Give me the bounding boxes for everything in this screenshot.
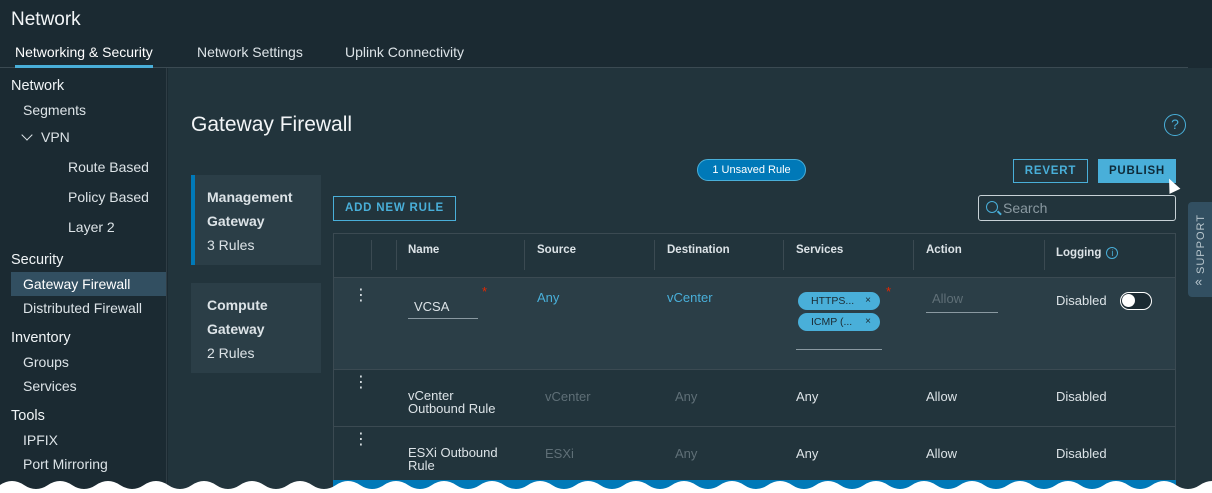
rule-source[interactable]: Any — [537, 290, 559, 305]
gateway-name-line1: Management — [207, 189, 293, 205]
tab-network-settings[interactable]: Network Settings — [197, 44, 303, 68]
table-row[interactable]: ⋮ vCenter Outbound Rule vCenter Any Any A… — [334, 370, 1175, 427]
rule-name: vCenter Outbound Rule — [408, 389, 495, 415]
column-header-source[interactable]: Source — [537, 244, 576, 256]
required-indicator: * — [482, 284, 488, 299]
column-header-logging[interactable]: Logging i — [1056, 247, 1119, 259]
sidebar-item-route-based[interactable]: Route Based — [68, 159, 149, 175]
rule-action: Allow — [926, 446, 958, 461]
rule-name-line2: Rule — [408, 458, 435, 473]
rule-action: Allow — [926, 389, 958, 404]
tab-networking-security[interactable]: Networking & Security — [15, 44, 153, 68]
rule-logging: Disabled — [1056, 293, 1107, 308]
rule-services: Any — [796, 389, 819, 404]
unsaved-rule-badge: 1 Unsaved Rule — [697, 159, 806, 181]
support-panel-tab[interactable]: SUPPORT « — [1188, 202, 1212, 297]
sidebar-header-tools: Tools — [11, 408, 45, 424]
column-separator — [913, 240, 914, 270]
gateway-card-management[interactable]: Management Gateway 3 Rules — [191, 175, 321, 265]
table-row[interactable]: ⋮ VCSA * Any vCenter HTTPS... × * ICMP (.… — [334, 278, 1175, 370]
top-navigation: Networking & Security Network Settings U… — [0, 42, 1188, 68]
column-separator — [524, 240, 525, 270]
sidebar: Network Segments VPN Route Based Policy … — [0, 68, 167, 493]
add-new-rule-button[interactable]: ADD NEW RULE — [333, 196, 456, 221]
info-icon[interactable]: i — [1106, 247, 1119, 259]
gateway-name-line2: Gateway — [207, 321, 265, 337]
service-chip[interactable]: ICMP (... × — [798, 313, 880, 331]
service-chip[interactable]: HTTPS... × — [798, 292, 880, 310]
service-chip-label: HTTPS... — [811, 295, 855, 307]
row-actions-icon[interactable]: ⋮ — [353, 432, 369, 448]
revert-button[interactable]: REVERT — [1013, 159, 1088, 183]
sidebar-item-vpn[interactable]: VPN — [21, 129, 70, 145]
sidebar-item-ipfix[interactable]: IPFIX — [23, 432, 58, 448]
logging-toggle[interactable] — [1120, 292, 1152, 310]
torn-edge-decoration — [0, 481, 1212, 493]
rule-logging: Disabled — [1056, 389, 1107, 404]
sidebar-header-inventory: Inventory — [11, 330, 71, 346]
column-separator — [371, 240, 372, 270]
sidebar-item-segments[interactable]: Segments — [23, 102, 86, 118]
search-icon — [986, 201, 998, 213]
row-actions-icon[interactable]: ⋮ — [353, 288, 369, 304]
sidebar-header-security: Security — [11, 252, 64, 268]
tab-uplink-connectivity[interactable]: Uplink Connectivity — [345, 44, 464, 68]
rule-name-line2: Outbound Rule — [408, 401, 496, 416]
page-title: Gateway Firewall — [191, 113, 353, 136]
rule-name: ESXi Outbound Rule — [408, 446, 498, 472]
column-header-name[interactable]: Name — [408, 244, 439, 256]
rule-destination[interactable]: vCenter — [667, 290, 713, 305]
gateway-rule-count: 3 Rules — [207, 237, 255, 253]
sidebar-item-port-mirroring[interactable]: Port Mirroring — [23, 456, 108, 472]
app-title: Network — [11, 9, 81, 30]
gateway-name-line1: Compute — [207, 297, 268, 313]
help-icon[interactable]: ? — [1164, 114, 1186, 136]
search-box — [978, 195, 1176, 221]
sidebar-item-policy-based[interactable]: Policy Based — [68, 189, 149, 205]
gateway-name-line2: Gateway — [207, 213, 265, 229]
required-indicator: * — [886, 284, 892, 299]
column-separator — [396, 240, 397, 270]
rule-services: Any — [796, 446, 819, 461]
column-header-label: Logging — [1056, 247, 1102, 259]
sidebar-item-layer-2[interactable]: Layer 2 — [68, 219, 115, 235]
main-content: Gateway Firewall ? 1 Unsaved Rule REVERT… — [168, 68, 1212, 493]
close-icon[interactable]: × — [865, 313, 871, 331]
rule-name-input[interactable]: VCSA — [408, 299, 478, 319]
column-header-destination[interactable]: Destination — [667, 244, 730, 256]
chevron-down-icon — [21, 129, 33, 141]
column-separator — [654, 240, 655, 270]
rule-destination: Any — [675, 389, 698, 404]
rule-destination: Any — [675, 446, 698, 461]
sidebar-item-groups[interactable]: Groups — [23, 354, 69, 370]
gateway-card-compute[interactable]: Compute Gateway 2 Rules — [191, 283, 321, 373]
rule-source: vCenter — [545, 389, 591, 404]
column-separator — [1044, 240, 1045, 270]
services-input[interactable] — [796, 338, 882, 350]
sidebar-item-gateway-firewall[interactable]: Gateway Firewall — [23, 276, 130, 292]
table-row[interactable]: ⋮ ESXi Outbound Rule ESXi Any Any Allow D… — [334, 427, 1175, 484]
support-label: SUPPORT — [1195, 214, 1207, 274]
column-header-services[interactable]: Services — [796, 244, 843, 256]
close-icon[interactable]: × — [865, 292, 871, 310]
rule-logging: Disabled — [1056, 446, 1107, 461]
action-select[interactable]: Allow — [926, 291, 998, 313]
table-header: Name Source Destination Services Action … — [334, 234, 1175, 278]
column-separator — [783, 240, 784, 270]
rule-source: ESXi — [545, 446, 574, 461]
sidebar-item-services[interactable]: Services — [23, 378, 77, 394]
column-header-action[interactable]: Action — [926, 244, 962, 256]
double-chevron-left-icon: « — [1195, 274, 1203, 289]
sidebar-header-network: Network — [11, 78, 65, 94]
sidebar-item-label: VPN — [41, 129, 70, 145]
rules-table: Name Source Destination Services Action … — [333, 233, 1176, 493]
row-actions-icon[interactable]: ⋮ — [353, 375, 369, 391]
gateway-rule-count: 2 Rules — [207, 345, 255, 361]
sidebar-item-distributed-firewall[interactable]: Distributed Firewall — [23, 300, 142, 316]
search-input[interactable] — [1003, 199, 1171, 217]
publish-button[interactable]: PUBLISH — [1098, 159, 1176, 183]
service-chip-label: ICMP (... — [811, 316, 853, 328]
